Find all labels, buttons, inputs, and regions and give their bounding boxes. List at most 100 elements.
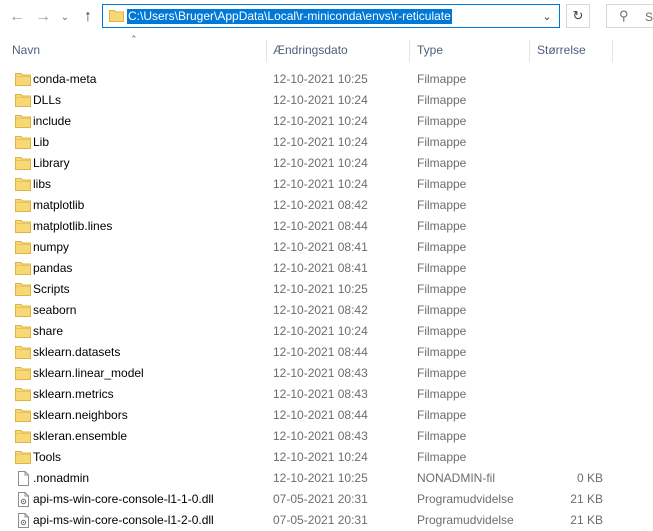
column-type[interactable]: Type [417,43,443,57]
file-row[interactable]: pandas 12-10-2021 08:41 Filmappe [0,258,653,279]
file-row[interactable]: Library 12-10-2021 10:24 Filmappe [0,153,653,174]
search-placeholder: S [645,10,653,24]
file-name: numpy [33,240,70,254]
file-type: Filmappe [417,261,467,275]
file-row[interactable]: matplotlib.lines 12-10-2021 08:44 Filmappe [0,216,653,237]
file-size: 21 KB [570,492,603,506]
file-type: Filmappe [417,324,467,338]
folder-icon [15,240,31,255]
folder-icon [15,156,31,171]
file-name: matplotlib.lines [33,219,113,233]
file-type: Filmappe [417,198,467,212]
file-name: Library [33,156,70,170]
file-icon [15,471,31,486]
arrow-left-icon[interactable]: ← [8,7,26,27]
file-date: 12-10-2021 08:41 [273,240,368,254]
file-row[interactable]: include 12-10-2021 10:24 Filmappe [0,111,653,132]
file-row[interactable]: seaborn 12-10-2021 08:42 Filmappe [0,300,653,321]
file-type: Filmappe [417,429,467,443]
file-row[interactable]: sklearn.neighbors 12-10-2021 08:44 Filmapp… [0,405,653,426]
file-row[interactable]: api-ms-win-core-console-l1-2-0.dll 07-05-… [0,510,653,531]
file-date: 12-10-2021 10:24 [273,156,368,170]
file-type: NONADMIN-fil [417,471,495,485]
file-row[interactable]: .nonadmin 12-10-2021 10:25 NONADMIN-fil 0 K… [0,468,653,489]
folder-icon [15,114,31,129]
folder-icon [15,345,31,360]
file-type: Filmappe [417,408,467,422]
folder-icon [109,10,124,22]
file-row[interactable]: numpy 12-10-2021 08:41 Filmappe [0,237,653,258]
file-date: 12-10-2021 08:44 [273,345,368,359]
chevron-down-icon[interactable]: ⌄ [59,7,71,27]
file-name: libs [33,177,52,191]
column-divider[interactable] [529,40,530,62]
refresh-icon[interactable]: ↻ [566,4,590,28]
file-name: seaborn [33,303,77,317]
file-type: Filmappe [417,93,467,107]
file-row[interactable]: Scripts 12-10-2021 10:25 Filmappe [0,279,653,300]
file-date: 12-10-2021 10:25 [273,282,368,296]
column-name[interactable]: Navn [12,43,40,57]
folder-icon [15,219,31,234]
folder-icon [15,450,31,465]
file-row[interactable]: sklearn.metrics 12-10-2021 08:43 Filmappe [0,384,653,405]
file-type: Filmappe [417,219,467,233]
file-name: .nonadmin [33,471,90,485]
file-name: pandas [33,261,73,275]
column-size[interactable]: Størrelse [537,43,586,57]
file-name: sklearn.neighbors [33,408,128,422]
search-input[interactable]: ⚲ S [606,4,653,28]
file-type: Filmappe [417,114,467,128]
folder-icon [15,177,31,192]
column-header: Navn Ændringsdato Type Størrelse [0,40,653,62]
folder-icon [15,72,31,87]
file-row[interactable]: skleran.ensemble 12-10-2021 08:43 Filmappe [0,426,653,447]
file-list: conda-meta 12-10-2021 10:25 Filmappe DLLs 12… [0,69,653,531]
file-row[interactable]: Lib 12-10-2021 10:24 Filmappe [0,132,653,153]
file-row[interactable]: DLLs 12-10-2021 10:24 Filmappe [0,90,653,111]
file-type: Filmappe [417,387,467,401]
file-row[interactable]: libs 12-10-2021 10:24 Filmappe [0,174,653,195]
file-date: 12-10-2021 10:24 [273,177,368,191]
address-path[interactable]: C:\Users\Bruger\AppData\Local\r-minicond… [127,9,452,24]
column-divider[interactable] [266,40,267,62]
file-name: skleran.ensemble [33,429,128,443]
file-row[interactable]: Tools 12-10-2021 10:24 Filmappe [0,447,653,468]
folder-icon [15,261,31,276]
file-row[interactable]: matplotlib 12-10-2021 08:42 Filmappe [0,195,653,216]
file-date: 12-10-2021 08:43 [273,387,368,401]
file-row[interactable]: api-ms-win-core-console-l1-1-0.dll 07-05-… [0,489,653,510]
navigation-toolbar: ← → ⌄ ↑ C:\Users\Bruger\AppData\Local\r-… [0,0,653,34]
folder-icon [15,198,31,213]
chevron-down-icon[interactable]: ⌄ [535,5,559,27]
column-divider[interactable] [612,40,613,62]
dll-file-icon [15,513,31,528]
column-date[interactable]: Ændringsdato [273,43,348,57]
folder-icon [15,324,31,339]
file-name: DLLs [33,93,62,107]
file-row[interactable]: share 12-10-2021 10:24 Filmappe [0,321,653,342]
file-date: 07-05-2021 20:31 [273,492,368,506]
address-bar[interactable]: C:\Users\Bruger\AppData\Local\r-minicond… [102,4,560,28]
file-name: Tools [33,450,62,464]
column-divider[interactable] [409,40,410,62]
file-row[interactable]: conda-meta 12-10-2021 10:25 Filmappe [0,69,653,90]
file-date: 12-10-2021 08:42 [273,303,368,317]
file-date: 12-10-2021 10:24 [273,324,368,338]
file-row[interactable]: sklearn.datasets 12-10-2021 08:44 Filmappe [0,342,653,363]
file-type: Filmappe [417,450,467,464]
arrow-right-icon[interactable]: → [34,7,52,27]
folder-icon [15,282,31,297]
file-name: sklearn.linear_model [33,366,144,380]
file-row[interactable]: sklearn.linear_model 12-10-2021 08:43 Film… [0,363,653,384]
search-icon: ⚲ [619,8,629,23]
file-name: share [33,324,64,338]
arrow-up-icon[interactable]: ↑ [78,7,98,27]
folder-icon [15,408,31,423]
file-date: 12-10-2021 10:25 [273,72,368,86]
folder-icon [15,366,31,381]
file-name: sklearn.datasets [33,345,121,359]
file-type: Filmappe [417,135,467,149]
file-date: 12-10-2021 08:42 [273,198,368,212]
file-name: include [33,114,72,128]
